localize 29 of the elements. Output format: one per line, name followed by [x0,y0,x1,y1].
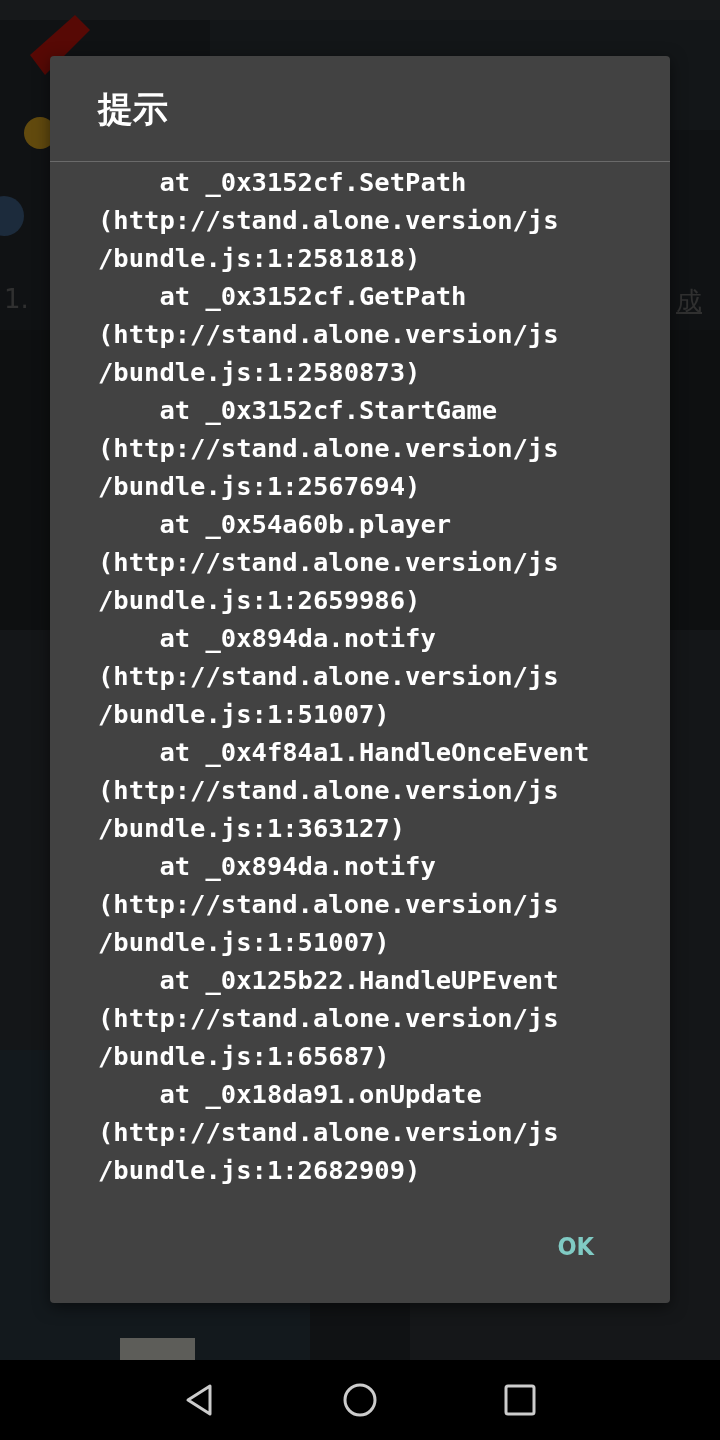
stack-trace-line: (http://stand.alone.version/js [98,888,560,921]
stack-trace-line: /bundle.js:1:2682909) [98,1154,422,1187]
stack-trace-line: (http://stand.alone.version/js [98,1116,560,1149]
stack-trace-line: at _0x894da.notify [158,850,437,883]
stack-trace-line: (http://stand.alone.version/js [98,432,560,465]
stack-trace-line: /bundle.js:1:65687) [98,1040,391,1073]
stack-trace-line: /bundle.js:1:51007) [98,698,391,731]
stack-trace-line: (http://stand.alone.version/js [98,660,560,693]
stack-trace-line: (http://stand.alone.version/js [98,318,560,351]
stack-trace-line: /bundle.js:1:2581818) [98,242,422,275]
stack-trace-line: at _0x54a60b.player [158,508,453,541]
ok-button[interactable]: OK [553,1226,598,1267]
stack-trace-line: (http://stand.alone.version/js [98,204,560,237]
stack-trace-line: at _0x18da91.onUpdate [158,1078,483,1111]
stack-trace-line: /bundle.js:1:363127) [98,812,407,845]
stack-trace-line: /bundle.js:1:2567694) [98,470,422,503]
stack-trace-line: at _0x894da.notify [158,622,437,655]
stack-trace-line: at _0x3152cf.GetPath [158,280,468,313]
stack-trace-line: at _0x3152cf.SetPath [158,166,468,199]
stack-trace-line: at _0x3152cf.StartGame [158,394,499,427]
stack-trace-line: (http://stand.alone.version/js [98,1002,560,1035]
stack-trace-line: /bundle.js:1:51007) [98,926,391,959]
stack-trace-line: /bundle.js:1:2580873) [98,356,422,389]
stack-trace-line: (http://stand.alone.version/js [98,546,560,579]
stack-trace-line: at _0x4f84a1.HandleOnceEvent [158,736,591,769]
stack-trace-line: (http://stand.alone.version/js [98,774,560,807]
stack-trace-line: /bundle.js:1:2659986) [98,584,422,617]
stack-trace-line: at _0x125b22.HandleUPEvent [158,964,560,997]
dialog-title: 提示 [50,56,670,162]
